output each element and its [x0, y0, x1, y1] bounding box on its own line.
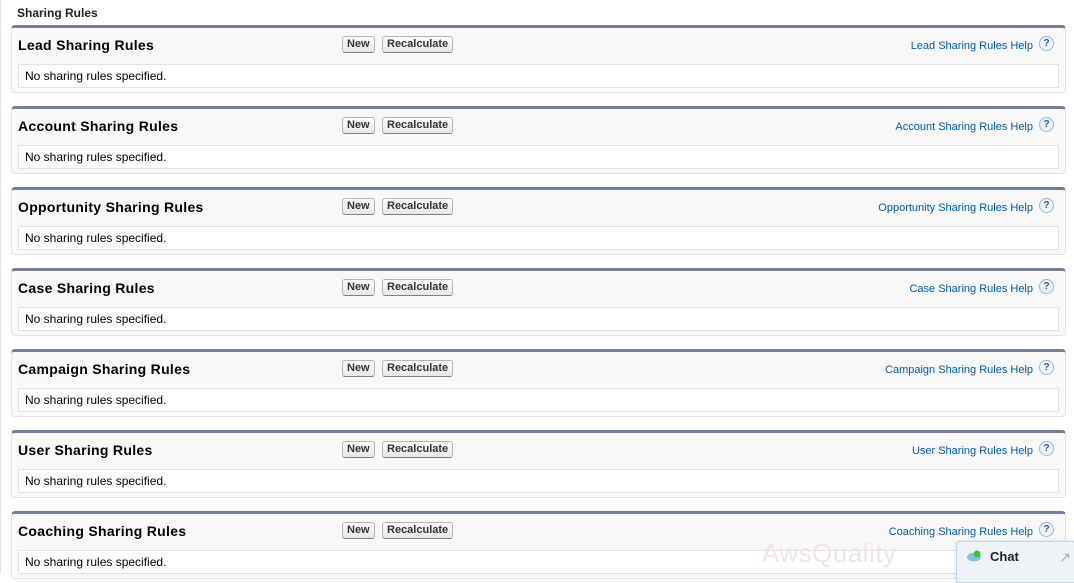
sharing-rules-section: Coaching Sharing Rules New Recalculate C… [11, 511, 1066, 579]
section-body: No sharing rules specified. [18, 307, 1059, 331]
new-button[interactable]: New [342, 198, 375, 215]
sharing-rules-section: Lead Sharing Rules New Recalculate Lead … [11, 25, 1066, 93]
section-title: Coaching Sharing Rules [18, 523, 187, 539]
help-link[interactable]: Lead Sharing Rules Help [911, 40, 1033, 52]
new-button[interactable]: New [342, 36, 375, 53]
help-icon[interactable]: ? [1039, 360, 1054, 375]
sharing-rules-section: Campaign Sharing Rules New Recalculate C… [11, 349, 1066, 417]
help-icon[interactable]: ? [1039, 36, 1054, 51]
section-title: User Sharing Rules [18, 442, 153, 458]
recalculate-button[interactable]: Recalculate [382, 360, 454, 377]
section-body: No sharing rules specified. [18, 388, 1059, 412]
empty-message: No sharing rules specified. [25, 69, 167, 83]
recalculate-button[interactable]: Recalculate [382, 522, 454, 539]
sharing-rules-section: Account Sharing Rules New Recalculate Ac… [11, 106, 1066, 174]
watermark: AwsQuality [762, 538, 897, 568]
section-title: Lead Sharing Rules [18, 37, 155, 53]
expand-arrow-icon[interactable]: ↗ [1059, 549, 1071, 566]
empty-message: No sharing rules specified. [25, 474, 167, 488]
section-body: No sharing rules specified. [18, 145, 1059, 169]
help-icon[interactable]: ? [1039, 279, 1054, 294]
section-title: Campaign Sharing Rules [18, 361, 191, 377]
new-button[interactable]: New [342, 279, 375, 296]
section-title: Case Sharing Rules [18, 280, 155, 296]
chat-label: Chat [990, 549, 1019, 564]
help-link[interactable]: Campaign Sharing Rules Help [885, 364, 1033, 376]
page-title: Sharing Rules [17, 6, 98, 20]
recalculate-button[interactable]: Recalculate [382, 36, 454, 53]
empty-message: No sharing rules specified. [25, 555, 167, 569]
empty-message: No sharing rules specified. [25, 150, 167, 164]
section-body: No sharing rules specified. [18, 226, 1059, 250]
help-link[interactable]: Account Sharing Rules Help [895, 121, 1033, 133]
section-title: Account Sharing Rules [18, 118, 179, 134]
help-link[interactable]: Opportunity Sharing Rules Help [878, 202, 1033, 214]
help-link[interactable]: User Sharing Rules Help [912, 445, 1033, 457]
new-button[interactable]: New [342, 522, 375, 539]
recalculate-button[interactable]: Recalculate [382, 198, 454, 215]
left-border [0, 0, 1, 573]
section-body: No sharing rules specified. [18, 469, 1059, 493]
recalculate-button[interactable]: Recalculate [382, 441, 454, 458]
new-button[interactable]: New [342, 360, 375, 377]
empty-message: No sharing rules specified. [25, 231, 167, 245]
section-body: No sharing rules specified. [18, 550, 1059, 574]
help-icon[interactable]: ? [1039, 441, 1054, 456]
chat-widget[interactable]: Chat ↗ [956, 541, 1074, 583]
help-icon[interactable]: ? [1039, 117, 1054, 132]
help-link[interactable]: Case Sharing Rules Help [909, 283, 1033, 295]
help-icon[interactable]: ? [1039, 198, 1054, 213]
empty-message: No sharing rules specified. [25, 312, 167, 326]
sharing-rules-section: User Sharing Rules New Recalculate User … [11, 430, 1066, 498]
chat-bubble-icon [967, 550, 981, 562]
recalculate-button[interactable]: Recalculate [382, 279, 454, 296]
section-body: No sharing rules specified. [18, 64, 1059, 88]
help-link[interactable]: Coaching Sharing Rules Help [889, 526, 1033, 538]
sharing-rules-section: Case Sharing Rules New Recalculate Case … [11, 268, 1066, 336]
section-title: Opportunity Sharing Rules [18, 199, 204, 215]
new-button[interactable]: New [342, 441, 375, 458]
empty-message: No sharing rules specified. [25, 393, 167, 407]
recalculate-button[interactable]: Recalculate [382, 117, 454, 134]
new-button[interactable]: New [342, 117, 375, 134]
help-icon[interactable]: ? [1039, 522, 1054, 537]
sharing-rules-section: Opportunity Sharing Rules New Recalculat… [11, 187, 1066, 255]
